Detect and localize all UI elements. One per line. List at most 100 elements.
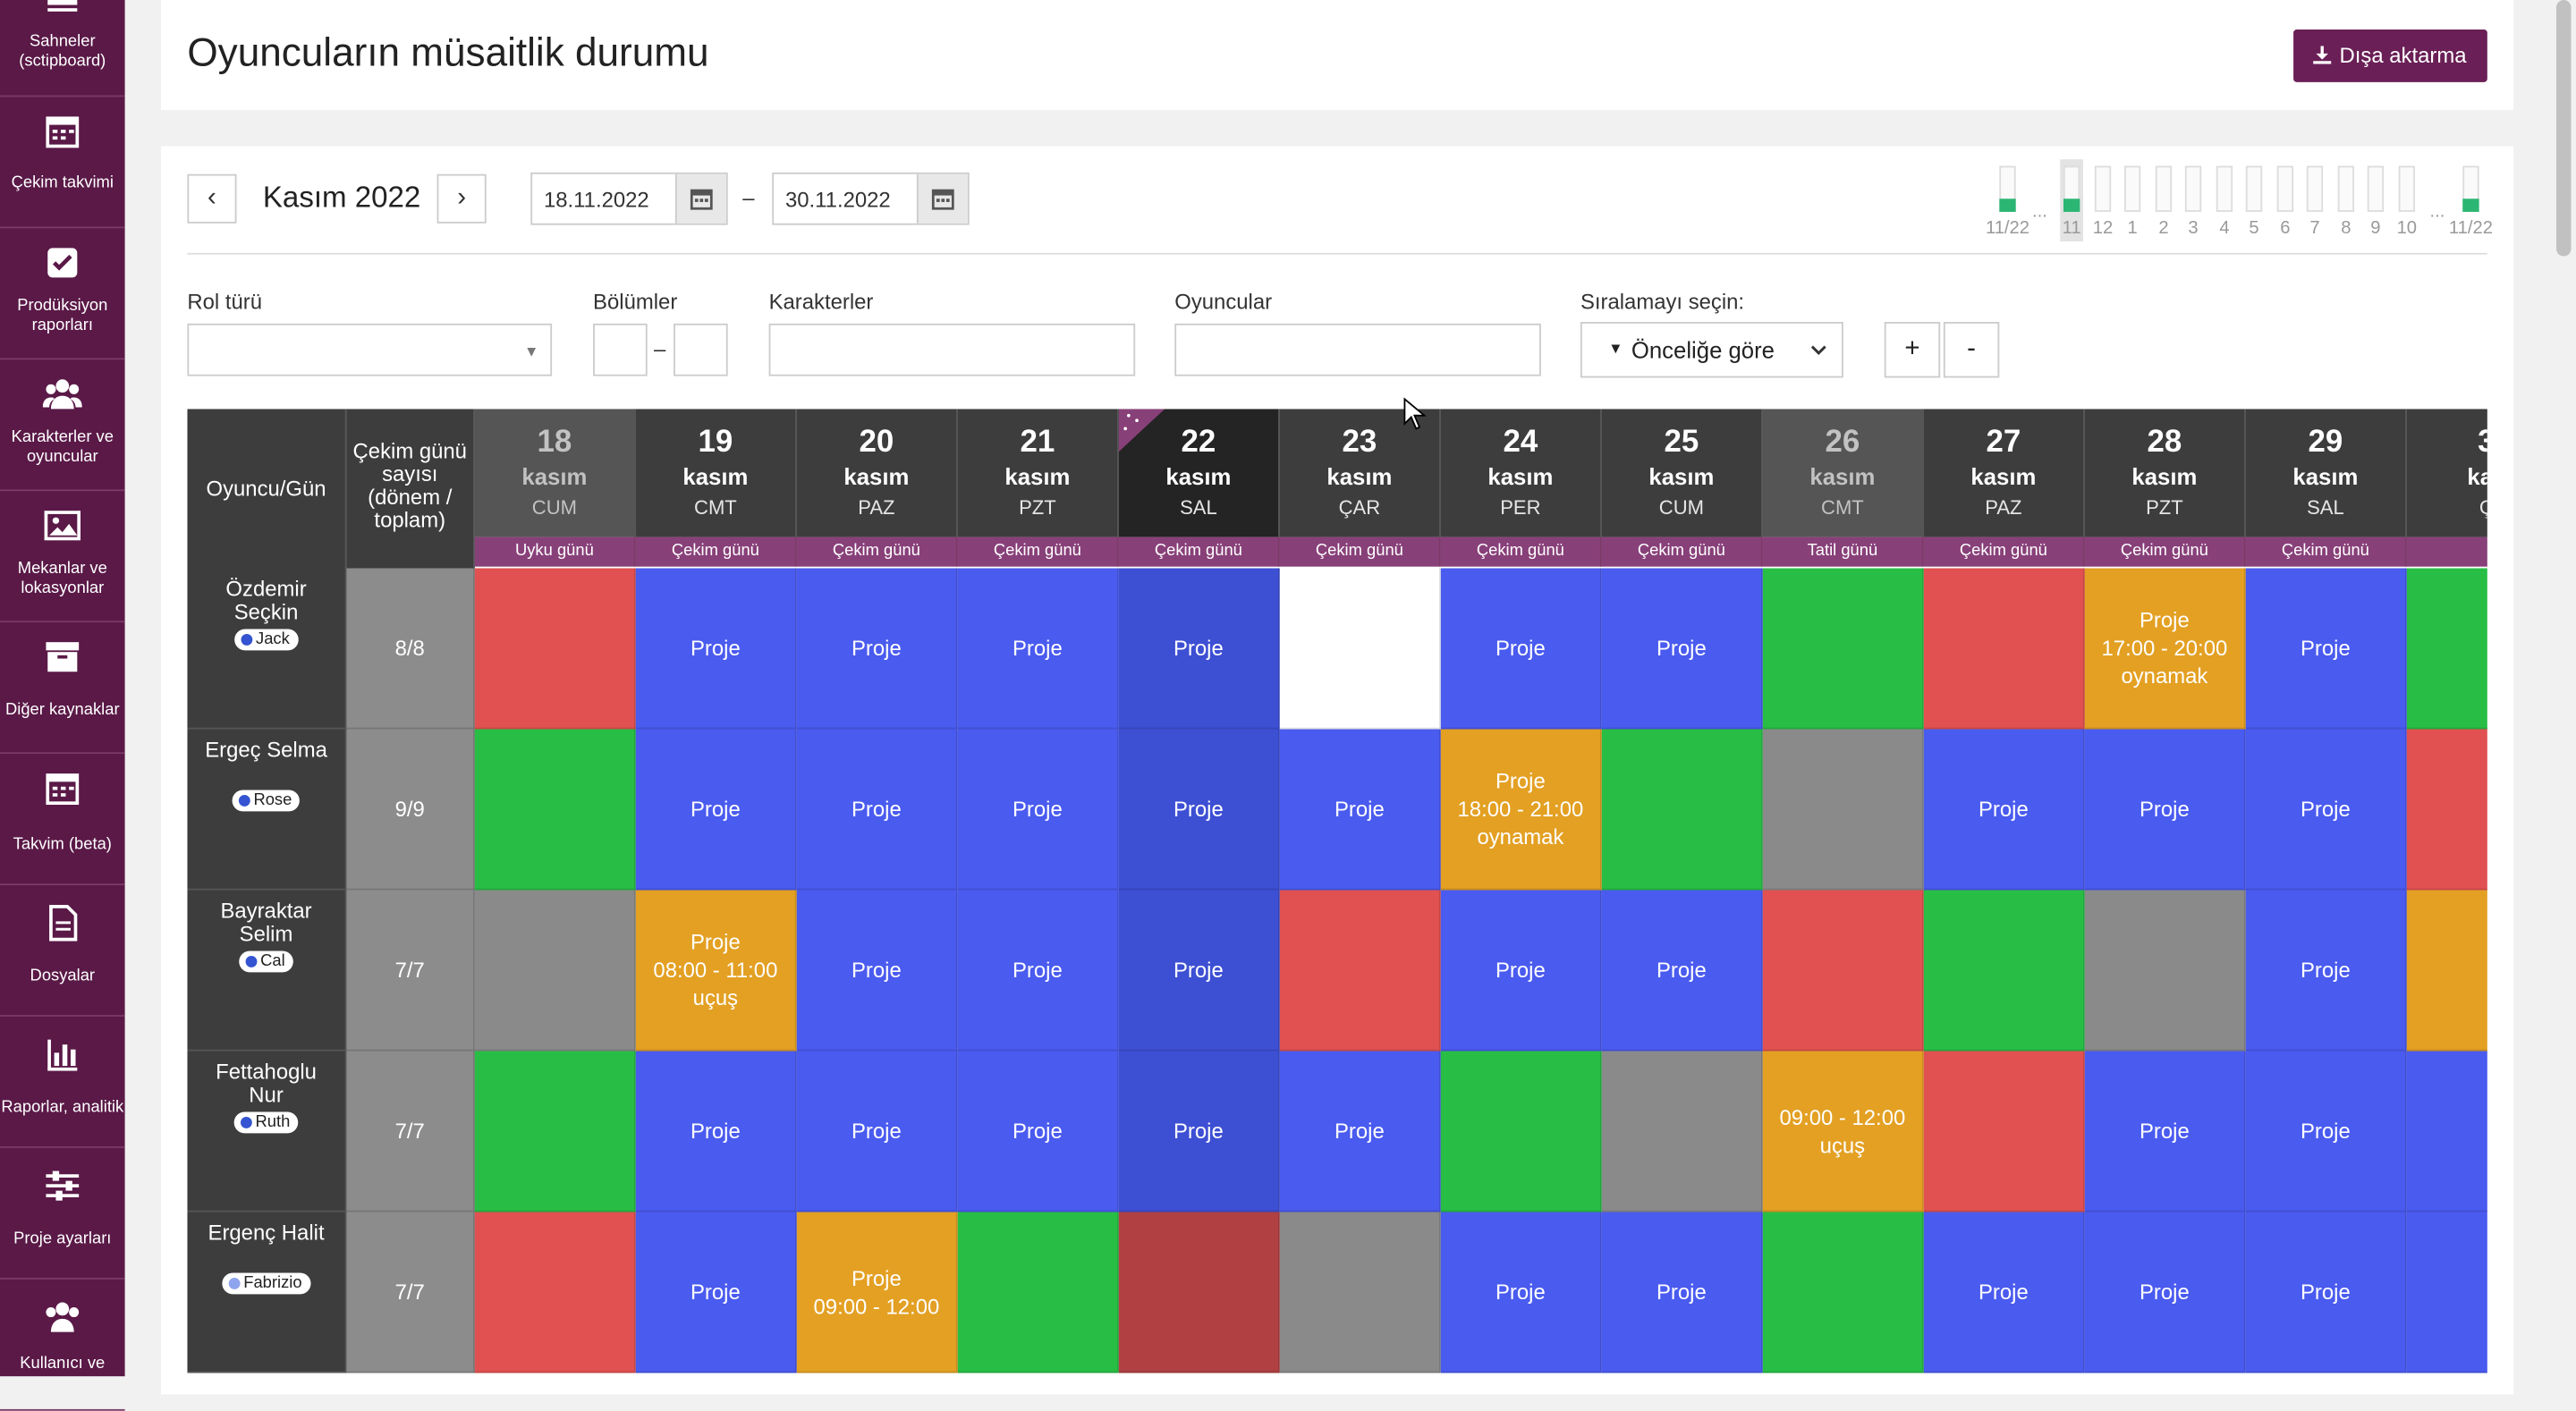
availability-cell[interactable] (474, 1051, 636, 1212)
availability-cell[interactable]: Proje (1601, 568, 1763, 730)
availability-cell[interactable] (2084, 890, 2246, 1052)
calendar-button[interactable] (674, 173, 726, 224)
sidebar-item-files[interactable]: Dosyalar (0, 883, 125, 1017)
next-month-button[interactable]: › (436, 173, 487, 224)
sidebar-item-reports-analytics[interactable]: Raporlar, analitik (0, 1015, 125, 1148)
availability-cell[interactable]: Proje (1279, 1051, 1441, 1212)
availability-cell[interactable] (474, 568, 636, 730)
availability-cell[interactable] (1923, 1051, 2085, 1212)
availability-cell[interactable] (2406, 1212, 2487, 1373)
actor-row-header[interactable]: Ergenç Halit Fabrizio (187, 1212, 347, 1373)
availability-cell[interactable] (1762, 729, 1924, 891)
availability-cell[interactable]: Proje (957, 729, 1119, 891)
sidebar-item-shooting-schedule[interactable]: Çekim takvimi (0, 96, 125, 229)
date-to-input[interactable]: 30.11.2022 (772, 172, 970, 225)
availability-cell[interactable]: 09:00 - 12:00 uçuş (1762, 1051, 1924, 1212)
availability-cell[interactable]: Proje (2084, 1051, 2246, 1212)
availability-cell[interactable]: Proje 18:00 - 21:00 oynamak (1440, 729, 1602, 891)
availability-cell[interactable]: Proje (635, 568, 797, 730)
availability-cell[interactable]: Proje (1601, 1212, 1763, 1373)
availability-cell[interactable]: Proje (1118, 1051, 1280, 1212)
timeline-bar[interactable]: 11/22 (2449, 159, 2493, 241)
availability-cell[interactable]: Proje (1440, 1212, 1602, 1373)
availability-cell[interactable] (2406, 1051, 2487, 1212)
availability-cell[interactable]: Proje (2084, 729, 2246, 891)
availability-cell[interactable]: Proje (2245, 729, 2407, 891)
availability-cell[interactable] (1279, 1212, 1441, 1373)
availability-cell[interactable] (1279, 568, 1441, 730)
characters-input[interactable] (768, 323, 1136, 376)
availability-cell[interactable] (2406, 729, 2487, 891)
availability-cell[interactable] (1923, 568, 2085, 730)
availability-cell[interactable]: Proje (1279, 729, 1441, 891)
availability-cell[interactable] (474, 729, 636, 891)
availability-cell[interactable]: Proje (796, 729, 958, 891)
actor-row-header[interactable]: Bayraktar Selim Cal (187, 890, 347, 1052)
sort-select[interactable]: ▼ Önceliğe göre (1580, 322, 1843, 378)
availability-cell[interactable]: Proje (2084, 1212, 2246, 1373)
zoom-in-button[interactable]: + (1884, 322, 1941, 378)
availability-cell[interactable]: Proje (1440, 568, 1602, 730)
role-type-select[interactable]: ▼ (187, 323, 553, 376)
availability-cell[interactable] (1601, 1051, 1763, 1212)
availability-cell[interactable]: Proje (796, 568, 958, 730)
availability-cell[interactable]: Proje (957, 1051, 1119, 1212)
availability-cell[interactable]: Proje 08:00 - 11:00 uçuş (635, 890, 797, 1052)
actors-input[interactable] (1174, 323, 1541, 376)
availability-cell[interactable]: Proje (796, 1051, 958, 1212)
actor-row-header[interactable]: Fettahoglu Nur Ruth (187, 1051, 347, 1212)
availability-cell[interactable] (1601, 729, 1763, 891)
availability-cell[interactable]: Proje (1601, 890, 1763, 1052)
sidebar-item-other-resources[interactable]: Diğer kaynaklar (0, 621, 125, 755)
availability-cell[interactable]: Proje (1118, 890, 1280, 1052)
sidebar-item-scenes[interactable]: Sahneler (sctipboard) (0, 0, 125, 97)
availability-cell[interactable]: Proje (1118, 729, 1280, 891)
availability-cell[interactable]: Proje (2245, 1212, 2407, 1373)
sidebar-item-project-settings[interactable]: Proje ayarları (0, 1146, 125, 1280)
availability-cell[interactable] (1762, 1212, 1924, 1373)
availability-cell[interactable]: Proje (635, 1051, 797, 1212)
timeline-bar[interactable]: 11/22 (1986, 159, 2029, 241)
zoom-out-button[interactable]: - (1943, 322, 2000, 378)
availability-cell[interactable]: Proje (957, 890, 1119, 1052)
actor-row-header[interactable]: Özdemir Seçkin Jack (187, 568, 347, 730)
availability-cell[interactable]: Proje (2245, 568, 2407, 730)
availability-cell[interactable]: Proje (2245, 890, 2407, 1052)
prev-month-button[interactable]: ‹ (187, 173, 237, 224)
availability-cell[interactable]: Proje (957, 568, 1119, 730)
timeline-bar[interactable]: 10 (2395, 159, 2419, 241)
availability-cell[interactable]: Proje (635, 729, 797, 891)
date-from-input[interactable]: 18.11.2022 (530, 172, 728, 225)
availability-cell[interactable]: Proje 17:00 - 20:00 oynamak (2084, 568, 2246, 730)
availability-cell[interactable]: Proje (1923, 729, 2085, 891)
availability-cell[interactable]: Proje (635, 1212, 797, 1373)
sidebar-item-users[interactable]: Kullanıcı ve (0, 1278, 125, 1411)
availability-cell[interactable] (2406, 890, 2487, 1052)
availability-cell[interactable] (474, 1212, 636, 1373)
episodes-from-input[interactable] (593, 323, 648, 376)
availability-cell[interactable] (2406, 568, 2487, 730)
availability-cell[interactable] (957, 1212, 1119, 1373)
sidebar-item-calendar-beta[interactable]: Takvim (beta) (0, 752, 125, 886)
availability-cell[interactable]: Proje (2245, 1051, 2407, 1212)
export-button[interactable]: Dışa aktarma (2293, 30, 2487, 82)
sidebar-item-production-reports[interactable]: Prodüksiyon raporları (0, 226, 125, 360)
availability-cell[interactable]: Proje (1118, 568, 1280, 730)
availability-cell[interactable]: Proje 09:00 - 12:00 (796, 1212, 958, 1373)
availability-cell[interactable] (1440, 1051, 1602, 1212)
sidebar-item-locations[interactable]: Mekanlar ve lokasyonlar (0, 489, 125, 623)
availability-cell[interactable] (1762, 568, 1924, 730)
availability-cell[interactable]: Proje (1923, 1212, 2085, 1373)
availability-cell[interactable]: Proje (796, 890, 958, 1052)
availability-cell[interactable] (1762, 890, 1924, 1052)
actor-row-header[interactable]: Ergeç Selma Rose (187, 729, 347, 891)
sidebar-item-characters-actors[interactable]: Karakterler ve oyuncular (0, 358, 125, 492)
availability-cell[interactable] (1118, 1212, 1280, 1373)
calendar-button[interactable] (916, 173, 968, 224)
episodes-to-input[interactable] (674, 323, 728, 376)
availability-cell[interactable]: Proje (1440, 890, 1602, 1052)
availability-cell[interactable] (1279, 890, 1441, 1052)
availability-cell[interactable] (1923, 890, 2085, 1052)
page-scrollbar-thumb[interactable] (2555, 0, 2572, 257)
availability-cell[interactable] (474, 890, 636, 1052)
